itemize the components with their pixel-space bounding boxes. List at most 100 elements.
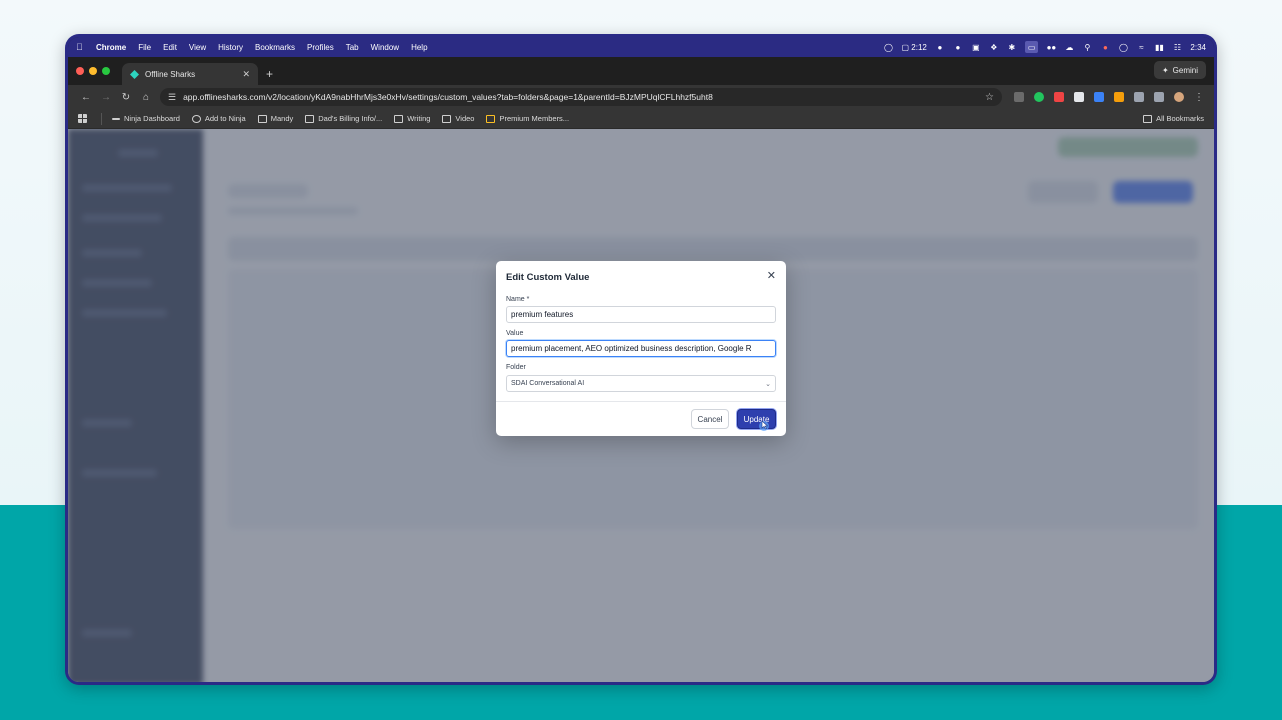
extension-red-icon[interactable] [1054, 92, 1064, 102]
globe-icon [191, 114, 201, 123]
side-panel-icon[interactable] [1154, 92, 1164, 102]
edit-custom-value-modal: Edit Custom Value ✕ Name * premium featu… [496, 261, 786, 436]
browser-toolbar: ← → ↻ ⌂ ☰ app.offlinesharks.com/v2/locat… [68, 85, 1214, 109]
menu-file[interactable]: File [138, 43, 151, 52]
bookmark-label: Ninja Dashboard [124, 114, 180, 123]
tab-offline-sharks[interactable]: Offline Sharks ✕ [122, 63, 258, 85]
timer-text: 2:12 [911, 42, 927, 52]
folder-select[interactable]: SDAI Conversational AI ⌄ [506, 375, 776, 392]
bookmark-label: Writing [407, 114, 431, 123]
mac-menubar:  Chrome File Edit View History Bookmark… [68, 37, 1214, 57]
bookmark-star-icon[interactable]: ☆ [985, 92, 994, 103]
address-bar[interactable]: ☰ app.offlinesharks.com/v2/location/yKdA… [160, 88, 1002, 106]
bookmark-video[interactable]: Video [442, 114, 474, 123]
minimize-window-button[interactable] [89, 67, 97, 75]
value-input[interactable]: premium placement, AEO optimized busines… [506, 340, 776, 357]
wifi-icon[interactable]: ≈ [1136, 41, 1146, 53]
record-icon[interactable]: ● [1100, 41, 1110, 53]
extension-blue-icon[interactable] [1094, 92, 1104, 102]
bookmark-ninja-dashboard[interactable]: Ninja Dashboard [112, 114, 180, 123]
bookmark-label: Video [455, 114, 475, 123]
bookmark-writing[interactable]: Writing [394, 114, 430, 123]
bookmark-add-to-ninja[interactable]: Add to Ninja [191, 114, 246, 123]
value-input-value: premium placement, AEO optimized busines… [511, 344, 752, 353]
url-text: app.offlinesharks.com/v2/location/yKdA9n… [183, 92, 713, 102]
display-icon[interactable]: ▭ [1024, 41, 1039, 53]
people-icon[interactable]: ● [935, 41, 945, 53]
home-icon[interactable]: ⌂ [136, 92, 156, 103]
battery-icon[interactable]: ▮▮ [1154, 41, 1164, 53]
folder-icon [305, 114, 315, 123]
apple-icon[interactable]:  [76, 42, 86, 52]
close-window-button[interactable] [76, 67, 84, 75]
timer-status[interactable]: ▢ 2:12 [902, 41, 927, 53]
cancel-button[interactable]: Cancel [691, 409, 729, 429]
chevron-down-icon: ⌄ [765, 380, 771, 388]
bookmark-all-bookmarks[interactable]: All Bookmarks [1143, 114, 1204, 123]
apps-grid-icon[interactable] [78, 114, 91, 123]
tab-title: Offline Sharks [145, 69, 196, 79]
evernote-icon[interactable]: ● [953, 41, 963, 53]
menu-bookmarks[interactable]: Bookmarks [255, 43, 295, 52]
dropbox-icon[interactable]: ❖ [989, 41, 999, 53]
mouse-cursor-icon [759, 420, 769, 431]
folder-label: Folder [506, 364, 526, 371]
close-icon[interactable]: ✕ [767, 269, 776, 282]
screen-icon[interactable]: ▣ [971, 41, 981, 53]
value-label: Value [506, 330, 524, 337]
new-tab-button[interactable]: + [266, 63, 273, 85]
bookmarks-bar: Ninja Dashboard Add to Ninja Mandy Dad's… [68, 109, 1214, 129]
tab-close-icon[interactable]: ✕ [242, 69, 250, 80]
menu-window[interactable]: Window [371, 43, 399, 52]
menu-edit[interactable]: Edit [163, 43, 177, 52]
cloud-icon[interactable]: ☁ [1064, 41, 1074, 53]
gemini-button[interactable]: ✦ Gemini [1153, 61, 1206, 79]
bookmark-label: Mandy [270, 114, 294, 123]
bookmark-premium-members[interactable]: Premium Members... [486, 114, 569, 123]
screen:  Chrome File Edit View History Bookmark… [68, 37, 1214, 682]
clock-text[interactable]: 2:34 [1190, 41, 1206, 53]
menu-history[interactable]: History [218, 43, 243, 52]
extension-icon[interactable] [1014, 92, 1024, 102]
menu-view[interactable]: View [189, 43, 206, 52]
forward-arrow-icon[interactable]: → [96, 92, 116, 103]
update-button[interactable]: Update [737, 409, 776, 429]
dots-icon[interactable]: ●● [1046, 41, 1057, 53]
menu-app-name[interactable]: Chrome [96, 43, 126, 52]
spotlight-search-icon[interactable]: ⚲ [1082, 41, 1092, 53]
puzzle-icon[interactable] [1134, 92, 1144, 102]
reload-icon[interactable]: ↻ [116, 92, 136, 103]
menu-help[interactable]: Help [411, 43, 427, 52]
back-arrow-icon[interactable]: ← [76, 92, 96, 103]
menu-profiles[interactable]: Profiles [307, 43, 334, 52]
name-input-value: premium features [511, 310, 574, 319]
shark-favicon-icon [130, 69, 139, 79]
bookmark-mandy[interactable]: Mandy [257, 114, 294, 123]
name-input[interactable]: premium features [506, 306, 776, 323]
folder-icon [394, 114, 404, 123]
kebab-menu-icon[interactable]: ⋮ [1194, 92, 1204, 103]
maximize-window-button[interactable] [102, 67, 110, 75]
bookmark-dads-billing[interactable]: Dad's Billing Info/... [305, 114, 382, 123]
window-controls [76, 57, 110, 85]
dash-icon [112, 117, 120, 120]
gemini-label: Gemini [1172, 65, 1198, 75]
profile-avatar-icon[interactable] [1174, 92, 1184, 102]
laptop-frame:  Chrome File Edit View History Bookmark… [65, 34, 1217, 685]
status-area: ◯ ▢ 2:12 ● ● ▣ ❖ ✱ ▭ ●● ☁ ⚲ ● ◯ ≈ ▮▮ ☷ 2… [884, 41, 1206, 53]
name-label: Name * [506, 296, 530, 303]
shield-icon[interactable]: ◯ [1118, 41, 1128, 53]
modal-footer-divider [496, 401, 786, 402]
extension-green-icon[interactable] [1034, 92, 1044, 102]
control-center-icon[interactable]: ☷ [1172, 41, 1182, 53]
bluetooth-icon[interactable]: ✱ [1007, 41, 1017, 53]
eyedropper-icon[interactable] [1074, 92, 1084, 102]
site-settings-icon[interactable]: ☰ [168, 92, 176, 103]
bookmark-label: Dad's Billing Info/... [318, 114, 383, 123]
extension-orange-icon[interactable] [1114, 92, 1124, 102]
folder-select-value: SDAI Conversational AI [511, 380, 585, 387]
grid-icon [78, 114, 87, 123]
menu-tab[interactable]: Tab [346, 43, 359, 52]
creative-cloud-icon[interactable]: ◯ [884, 41, 894, 53]
bookmark-label: All Bookmarks [1156, 114, 1204, 123]
